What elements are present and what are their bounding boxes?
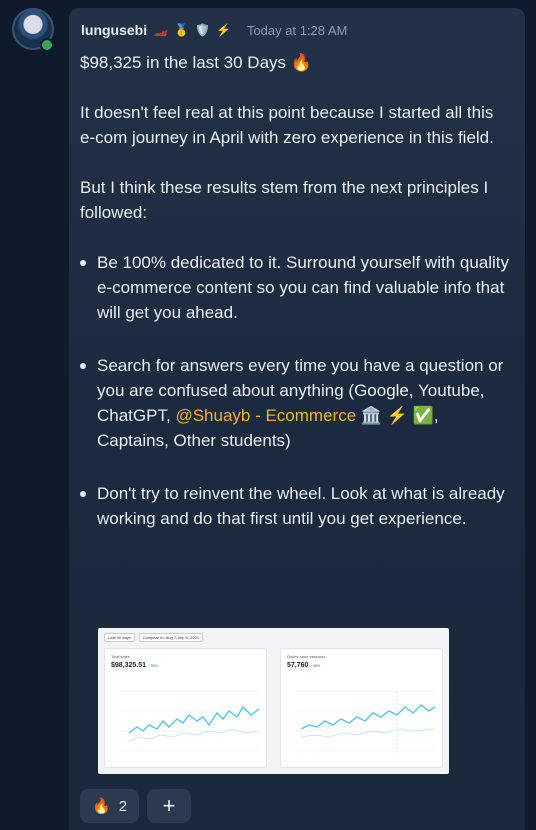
date-filter: Last 30 days: [104, 633, 135, 642]
principles-list: Be 100% dedicated to it. Surround yourse…: [80, 250, 510, 531]
sales-panel-value: $98,325.51 ↑ 99%: [111, 662, 158, 669]
message-paragraph-1: It doesn't feel real at this point becau…: [80, 103, 494, 147]
fire-icon: 🔥: [92, 798, 111, 815]
message-header: lungusebi 🏎️ 🥇 🛡️ ⚡ Today at 1:28 AM: [81, 22, 347, 38]
sales-panel: Total sales $98,325.51 ↑ 99%: [104, 648, 267, 768]
scrollbar-track[interactable]: [525, 0, 536, 830]
attached-image[interactable]: Last 30 days Compare to: Aug 7-Sep 5, 20…: [98, 628, 449, 774]
sessions-panel-title: Online store sessions: [287, 654, 326, 659]
compare-filter: Compare to: Aug 7-Sep 5, 2024: [138, 633, 203, 642]
reaction-count: 2: [118, 797, 128, 815]
medal-badge-icon: 🥇: [174, 23, 190, 37]
list-item: Be 100% dedicated to it. Surround yourse…: [80, 250, 510, 325]
user-mention[interactable]: @Shuayb - Ecommerce 🏛️ ⚡ ✅: [175, 406, 433, 425]
message-timestamp: Today at 1:28 AM: [246, 22, 348, 38]
sales-sparkline: [121, 690, 260, 752]
list-item: Search for answers every time you have a…: [80, 353, 510, 453]
sales-panel-title: Total sales: [111, 654, 130, 659]
add-reaction-button[interactable]: +: [147, 789, 192, 823]
lightning-badge-icon: ⚡: [215, 23, 231, 37]
sessions-sparkline: [297, 690, 436, 753]
sessions-panel: Online store sessions 57,760 ↑ 98%: [280, 648, 443, 768]
message-headline: $98,325 in the last 30 Days 🔥: [80, 53, 312, 72]
shield-badge-icon: 🛡️: [195, 23, 210, 37]
car-badge-icon: 🏎️: [153, 23, 169, 37]
message-card: lungusebi 🏎️ 🥇 🛡️ ⚡ Today at 1:28 AM $98…: [69, 8, 525, 830]
reaction-bar: 🔥 2 +: [80, 789, 192, 823]
username[interactable]: lungusebi: [81, 22, 147, 38]
filter-bar: Last 30 days Compare to: Aug 7-Sep 5, 20…: [104, 633, 203, 642]
status-badge: [40, 38, 54, 52]
sessions-panel-value: 57,760 ↑ 98%: [287, 662, 321, 669]
fire-reaction-button[interactable]: 🔥 2: [80, 789, 140, 823]
message-body: $98,325 in the last 30 Days 🔥 It doesn't…: [80, 50, 510, 559]
list-item: Don't try to reinvent the wheel. Look at…: [80, 481, 510, 531]
message-paragraph-2: But I think these results stem from the …: [80, 178, 489, 222]
